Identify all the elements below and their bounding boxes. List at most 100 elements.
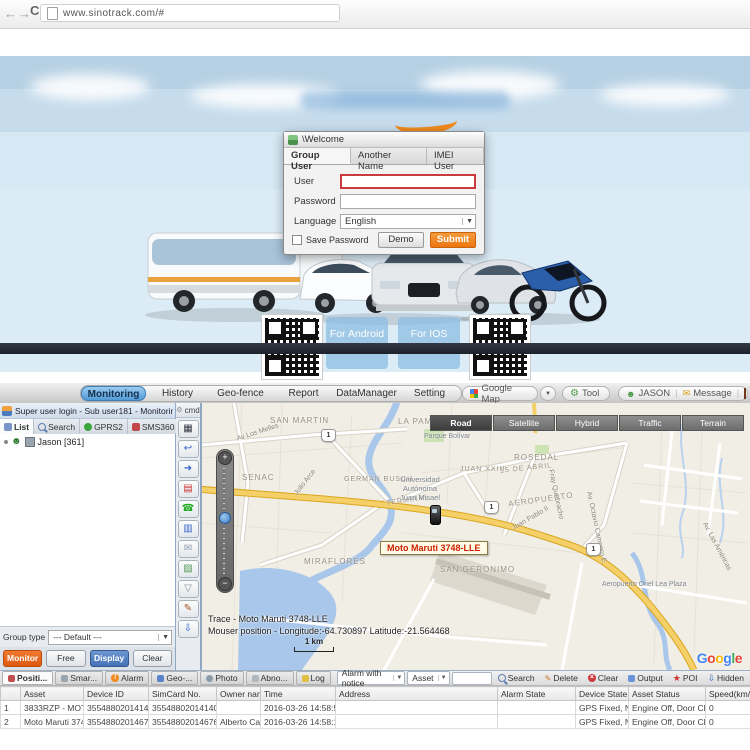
- demo-button[interactable]: Demo: [378, 232, 424, 248]
- zoom-in-button[interactable]: +: [218, 451, 232, 465]
- delete-button[interactable]: ✎ Delete: [541, 672, 582, 684]
- col-time[interactable]: Time: [261, 687, 336, 701]
- tab-alarm[interactable]: ! Alarm: [105, 671, 149, 685]
- tab-setting[interactable]: Setting: [398, 386, 461, 401]
- tool-button[interactable]: ⚙ Tool: [562, 386, 610, 401]
- map-type-road[interactable]: Road: [430, 415, 492, 431]
- col-address[interactable]: Address: [336, 687, 498, 701]
- zoom-out-button[interactable]: −: [218, 577, 232, 591]
- map-type-satellite[interactable]: Satellite: [493, 415, 555, 431]
- login-tabs: Group User Another Name IMEI User: [284, 148, 484, 165]
- cmd-photo-button[interactable]: ▨: [178, 560, 199, 578]
- cmd-monitor-button[interactable]: ▦: [178, 420, 199, 438]
- output-button[interactable]: Output: [624, 672, 667, 684]
- col-owner[interactable]: Owner name: [217, 687, 261, 701]
- col-asset[interactable]: Asset: [21, 687, 84, 701]
- expand-icon[interactable]: [4, 440, 8, 444]
- table-row[interactable]: 1 3833RZP - MOTO 355488020141408 3554880…: [1, 701, 750, 715]
- tab-abnormal[interactable]: Abno...: [246, 671, 294, 685]
- monitor-button[interactable]: Monitor: [3, 650, 42, 667]
- free-button[interactable]: Free: [46, 650, 85, 667]
- hidden-button[interactable]: ⇩ Hidden: [704, 672, 748, 684]
- reload-icon[interactable]: C: [30, 3, 39, 18]
- tab-monitoring[interactable]: Monitoring: [81, 386, 146, 401]
- tab-search[interactable]: Search: [34, 419, 80, 434]
- save-password-checkbox[interactable]: [292, 235, 302, 245]
- col-simcard[interactable]: SimCard No.: [149, 687, 217, 701]
- cloud: [600, 84, 730, 106]
- trace-line1: Trace - Moto Maruti 3748-LLE: [208, 613, 450, 625]
- submit-button[interactable]: Submit: [430, 232, 476, 248]
- col-device-id[interactable]: Device ID: [84, 687, 149, 701]
- map-type-traffic[interactable]: Traffic: [619, 415, 681, 431]
- sidebar-header-text: Super user login - Sub user181 - Monitor…: [15, 406, 173, 416]
- poi-button[interactable]: ★ POI: [669, 672, 702, 684]
- tab-imei-user[interactable]: IMEI User: [427, 148, 484, 164]
- zoom-handle[interactable]: [219, 512, 231, 524]
- command-column: ⚙ cmd ▦ ↩ ➜ ▤ ☎ ▥ ✉ ▨ ▽ ✎ ⇩: [176, 403, 201, 670]
- tab-geo-fence[interactable]: Geo-fence: [209, 386, 272, 401]
- cmd-call-button[interactable]: ☎: [178, 500, 199, 518]
- table-row[interactable]: 2 Moto Maruti 3748-LL 355488020146769 35…: [1, 715, 750, 729]
- search-button[interactable]: Search: [494, 672, 539, 684]
- tab-another-name[interactable]: Another Name: [351, 148, 427, 164]
- vehicle-marker[interactable]: [430, 505, 441, 525]
- vehicle-marker-label[interactable]: Moto Maruti 3748-LLE: [380, 541, 488, 555]
- person-icon: ☻: [626, 389, 635, 399]
- cmd-edit-button[interactable]: ✎: [178, 600, 199, 618]
- user-input[interactable]: [340, 174, 476, 189]
- search-input[interactable]: [452, 672, 492, 685]
- cmd-message-button[interactable]: ✉: [178, 540, 199, 558]
- map-provider-select[interactable]: Google Map: [462, 386, 538, 401]
- tab-photo[interactable]: Photo: [200, 671, 243, 685]
- map-canvas[interactable]: LA PAMPA SAN MARTIN Av Los Melles SENAC …: [201, 403, 750, 670]
- tab-report[interactable]: Report: [272, 386, 335, 401]
- clear-button[interactable]: Clear: [133, 650, 172, 667]
- cmd-filter-button[interactable]: ▽: [178, 580, 199, 598]
- tab-datamanager[interactable]: DataManager: [335, 386, 398, 401]
- tab-position[interactable]: Positi...: [2, 671, 53, 685]
- tab-history[interactable]: History: [146, 386, 209, 401]
- col-speed[interactable]: Speed(km/h): [706, 687, 750, 701]
- tree-item-jason[interactable]: ☻ Jason [361]: [0, 434, 175, 450]
- tab-sms[interactable]: SMS360: [128, 419, 179, 434]
- col-device-state[interactable]: Device State: [576, 687, 629, 701]
- camera-icon: [206, 675, 213, 682]
- map-label: Aeropuerto Oriel Lea Plaza: [602, 581, 686, 588]
- map-label: SENAC: [242, 473, 275, 482]
- message-button[interactable]: Message: [693, 388, 732, 399]
- cmd-send-button[interactable]: ➜: [178, 460, 199, 478]
- url-text: www.sinotrack.com/#: [63, 8, 165, 19]
- group-type-select[interactable]: --- Default --- ▼: [48, 630, 172, 645]
- cmd-track-button[interactable]: ↩: [178, 440, 199, 458]
- asset-filter-select[interactable]: Asset ▼: [407, 671, 449, 685]
- col-alarm-state[interactable]: Alarm State: [498, 687, 576, 701]
- map-type-hybrid[interactable]: Hybrid: [556, 415, 618, 431]
- tab-log[interactable]: Log: [296, 671, 331, 685]
- back-icon[interactable]: ←: [4, 3, 17, 25]
- cmd-hide-button[interactable]: ⇩: [178, 620, 199, 638]
- page-icon: [47, 7, 58, 20]
- tab-gprs[interactable]: GPRS2: [80, 419, 128, 434]
- alarm-filter-select[interactable]: Alarm with notice ▼: [337, 671, 406, 685]
- cmd-report-button[interactable]: ▤: [178, 480, 199, 498]
- col-index[interactable]: [1, 687, 21, 701]
- language-select[interactable]: English ▼: [340, 214, 476, 229]
- col-asset-status[interactable]: Asset Status: [629, 687, 706, 701]
- address-bar[interactable]: www.sinotrack.com/#: [40, 4, 340, 22]
- clear-button[interactable]: × Clear: [584, 672, 622, 684]
- password-input[interactable]: [340, 194, 476, 209]
- map-zoom-slider[interactable]: + −: [216, 449, 234, 593]
- login-page: For Android download For IOS download \W…: [0, 29, 750, 372]
- cmd-info-button[interactable]: ▥: [178, 520, 199, 538]
- username[interactable]: JASON: [638, 388, 670, 399]
- map-type-terrain[interactable]: Terrain: [682, 415, 744, 431]
- password-label: Password: [294, 196, 340, 207]
- tab-group-user[interactable]: Group User: [284, 148, 351, 164]
- tab-list[interactable]: List: [0, 419, 34, 434]
- asset-tree: ☻ Jason [361]: [0, 434, 175, 626]
- tab-smart[interactable]: Smar...: [55, 671, 103, 685]
- display-button[interactable]: Display: [90, 650, 129, 667]
- map-provider-dropdown-button[interactable]: ▼: [540, 386, 556, 401]
- tab-geo[interactable]: Geo-...: [151, 671, 198, 685]
